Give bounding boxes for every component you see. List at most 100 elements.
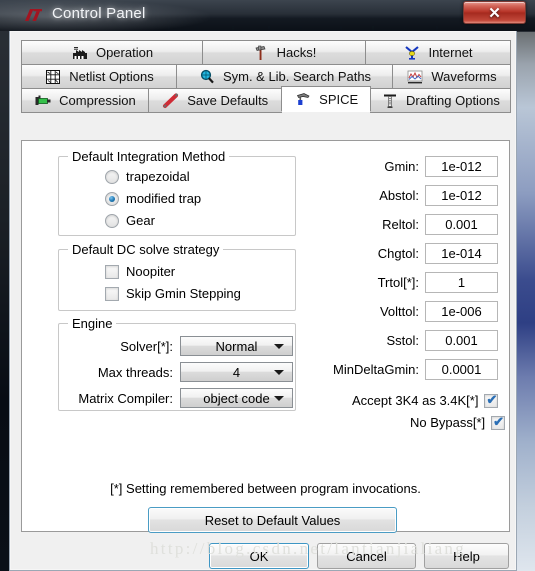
spice-settings-panel: Default Integration Method trapezoidal m… xyxy=(21,140,510,533)
tab-internet[interactable]: Internet xyxy=(365,40,511,65)
param-label: Volttol: xyxy=(379,304,419,319)
help-button[interactable]: Help xyxy=(424,543,509,569)
checkbox-label: Accept 3K4 as 3.4K[*] xyxy=(352,393,479,408)
tab-strip: Operation Hacks! Internet Netlist Option… xyxy=(21,40,511,113)
engine-row-max-threads: Max threads: 4 xyxy=(61,362,293,382)
tab-label: Netlist Options xyxy=(69,69,154,84)
tab-waveforms[interactable]: Waveforms xyxy=(392,64,511,89)
radio-gear[interactable]: Gear xyxy=(105,213,155,228)
help-button-label: Help xyxy=(453,548,480,564)
lt-logo-icon xyxy=(25,9,42,21)
tab-label: SPICE xyxy=(319,91,359,107)
ok-button[interactable]: OK xyxy=(209,543,309,569)
param-row-trtol: Trtol[*]: xyxy=(317,272,498,293)
radio-icon xyxy=(105,191,119,206)
tab-drafting-options[interactable]: Drafting Options xyxy=(369,88,511,113)
engine-group: Engine Solver[*]: Normal Max threads: 4 xyxy=(58,316,296,411)
tab-netlist-options[interactable]: Netlist Options xyxy=(21,64,177,89)
dc-solve-title: Default DC solve strategy xyxy=(68,242,224,257)
engine-label: Solver[*]: xyxy=(120,338,173,354)
waveform-icon xyxy=(406,69,424,85)
checkbox-icon xyxy=(491,414,506,430)
checkbox-label: No Bypass[*] xyxy=(410,415,486,430)
reltol-input[interactable] xyxy=(425,214,498,235)
checkbox-noopiter[interactable]: Noopiter xyxy=(105,264,175,279)
integration-method-group: Default Integration Method trapezoidal m… xyxy=(58,149,296,236)
engine-row-matrix-compiler: Matrix Compiler: object code xyxy=(61,388,293,408)
checkbox-skip-gmin-stepping[interactable]: Skip Gmin Stepping xyxy=(105,286,241,301)
spray-icon xyxy=(294,91,312,107)
chevron-down-icon xyxy=(274,396,284,401)
radio-modified-trap[interactable]: modified trap xyxy=(105,191,201,206)
volttol-input[interactable] xyxy=(425,301,498,322)
radio-label: trapezoidal xyxy=(126,169,190,184)
cancel-button[interactable]: Cancel xyxy=(317,543,416,569)
cancel-button-label: Cancel xyxy=(346,548,387,564)
checkbox-icon xyxy=(105,264,119,279)
tab-hacks[interactable]: Hacks! xyxy=(202,40,366,65)
hammer-icon xyxy=(252,45,270,61)
solver-value: Normal xyxy=(215,338,258,354)
checkbox-accept-3k4[interactable]: Accept 3K4 as 3.4K[*] xyxy=(352,392,499,408)
engine-label: Matrix Compiler: xyxy=(78,390,173,406)
radio-label: modified trap xyxy=(126,191,202,206)
tab-label: Compression xyxy=(59,93,136,108)
tab-operation[interactable]: Operation xyxy=(21,40,203,65)
radio-label: Gear xyxy=(126,213,155,228)
param-row-volttol: Volttol: xyxy=(317,301,498,322)
sstol-input[interactable] xyxy=(425,330,498,351)
mindeltagmin-input[interactable] xyxy=(425,359,498,380)
reset-button-label: Reset to Default Values xyxy=(204,512,341,528)
radio-trapezoidal[interactable]: trapezoidal xyxy=(105,169,190,184)
trtol-input[interactable] xyxy=(425,272,498,293)
max-threads-dropdown[interactable]: 4 xyxy=(180,362,293,382)
checkbox-label: Skip Gmin Stepping xyxy=(126,286,241,301)
magnifier-icon xyxy=(198,69,216,85)
radio-icon xyxy=(105,169,119,184)
close-button[interactable]: ✕ xyxy=(463,1,526,24)
desktop-wallpaper-edge xyxy=(515,32,535,571)
param-row-abstol: Abstol: xyxy=(317,185,498,206)
tab-label: Save Defaults xyxy=(187,93,269,108)
checkbox-icon xyxy=(484,392,499,408)
solver-dropdown[interactable]: Normal xyxy=(180,336,293,356)
tab-spice[interactable]: SPICE xyxy=(281,86,371,112)
integration-method-title: Default Integration Method xyxy=(68,149,230,164)
reset-to-default-values-button[interactable]: Reset to Default Values xyxy=(148,507,397,533)
param-label: Reltol: xyxy=(382,217,419,232)
clamp-icon xyxy=(34,93,52,109)
engine-label: Max threads: xyxy=(97,364,173,380)
tab-compression[interactable]: Compression xyxy=(21,88,149,113)
tab-label: Hacks! xyxy=(276,45,317,60)
abstol-input[interactable] xyxy=(425,185,498,206)
footnote-text: [*] Setting remembered between program i… xyxy=(110,481,421,496)
param-row-sstol: Sstol: xyxy=(317,330,498,351)
radio-icon xyxy=(105,213,119,228)
engine-row-solver: Solver[*]: Normal xyxy=(61,336,293,356)
tab-label: Waveforms xyxy=(431,69,497,84)
param-row-chgtol: Chgtol: xyxy=(317,243,498,264)
param-label: MinDeltaGmin: xyxy=(333,362,419,377)
factory-icon xyxy=(71,45,89,61)
control-panel-dialog: Operation Hacks! Internet Netlist Option… xyxy=(9,31,517,571)
tab-label: Sym. & Lib. Search Paths xyxy=(222,69,372,84)
checkbox-label: Noopiter xyxy=(126,264,176,279)
param-row-mindeltagmin: MinDeltaGmin: xyxy=(317,359,498,380)
engine-title: Engine xyxy=(68,316,117,331)
tab-save-defaults[interactable]: Save Defaults xyxy=(147,88,283,113)
tab-label: Drafting Options xyxy=(405,93,500,108)
tab-label: Internet xyxy=(428,45,473,60)
ok-button-label: OK xyxy=(249,548,269,564)
chevron-down-icon xyxy=(274,370,284,375)
param-label: Gmin: xyxy=(384,159,419,174)
window-titlebar[interactable]: Control Panel ✕ xyxy=(0,0,535,31)
tab-row-2: Netlist Options Sym. & Lib. Search Paths xyxy=(21,64,511,89)
grid-icon xyxy=(44,69,62,85)
checkbox-no-bypass[interactable]: No Bypass[*] xyxy=(410,414,506,430)
tab-label: Operation xyxy=(95,45,154,60)
gmin-input[interactable] xyxy=(425,156,498,177)
antenna-icon xyxy=(403,45,421,61)
matrix-compiler-dropdown[interactable]: object code xyxy=(180,388,293,408)
max-threads-value: 4 xyxy=(232,364,241,380)
chgtol-input[interactable] xyxy=(425,243,498,264)
